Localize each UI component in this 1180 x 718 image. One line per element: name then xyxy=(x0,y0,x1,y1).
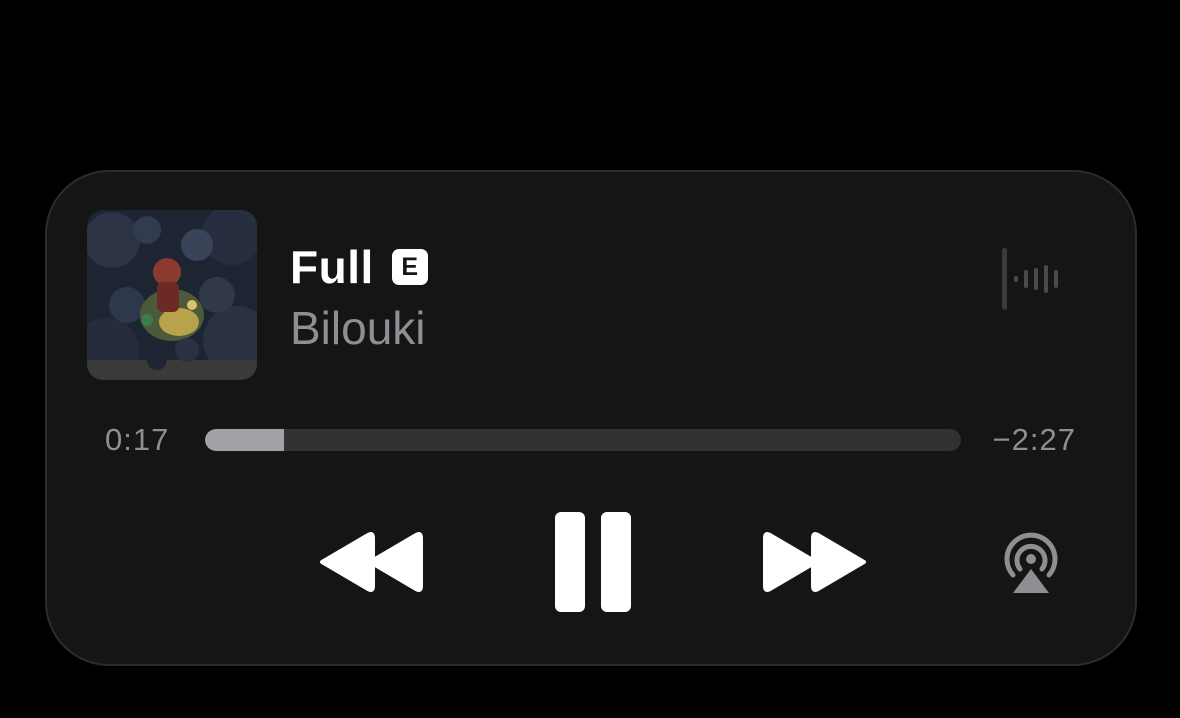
fast-forward-button[interactable] xyxy=(759,524,871,600)
elapsed-time: 0:17 xyxy=(105,422,170,457)
explicit-badge: E xyxy=(391,249,428,285)
pause-icon xyxy=(555,512,631,612)
track-title[interactable]: Full xyxy=(290,242,374,292)
progress-scrubber[interactable] xyxy=(205,429,961,451)
progress-fill xyxy=(205,429,284,451)
airplay-audio-icon xyxy=(1004,532,1058,593)
track-artist[interactable]: Bilouki xyxy=(290,302,426,354)
airplay-button[interactable] xyxy=(995,527,1067,599)
album-artwork-image xyxy=(87,210,257,380)
rewind-button[interactable] xyxy=(315,524,427,600)
audio-waveform-icon[interactable] xyxy=(1002,248,1066,310)
track-title-row: Full E xyxy=(290,242,428,292)
pause-button[interactable] xyxy=(547,510,639,614)
remaining-time: −2:27 xyxy=(992,422,1076,457)
forward-icon xyxy=(763,532,866,592)
now-playing-panel: Full E Bilouki 0:17 −2:27 xyxy=(45,170,1137,666)
album-artwork[interactable] xyxy=(87,210,257,380)
backward-icon xyxy=(320,532,423,592)
